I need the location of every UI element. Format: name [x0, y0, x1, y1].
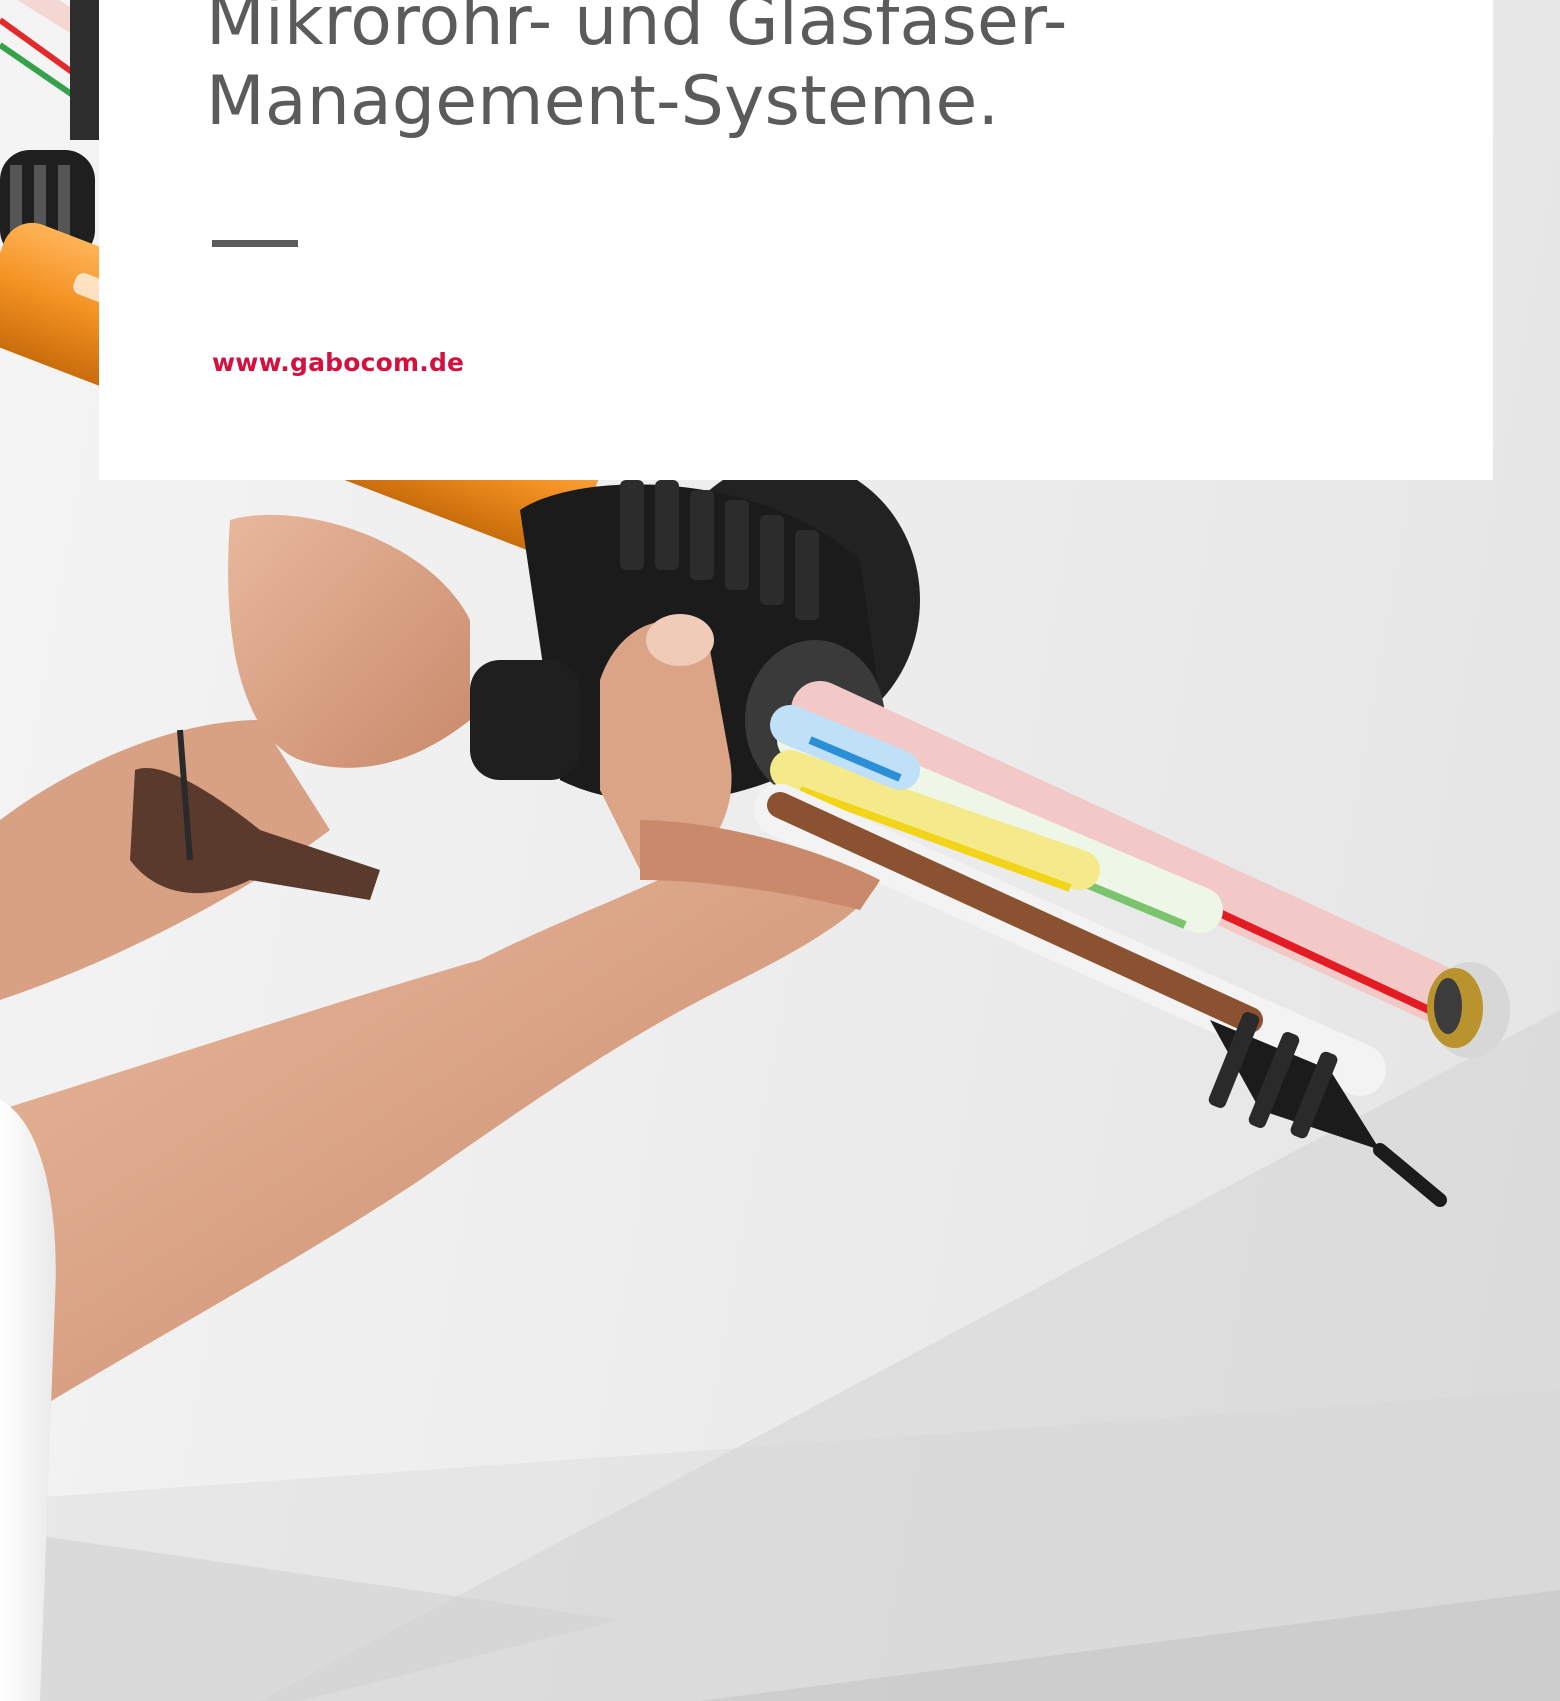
headline-line-1: Mikrorohr- und Glasfaser- — [206, 0, 1068, 61]
headline-line-2: Management-Systeme. — [206, 62, 1000, 141]
website-link[interactable]: www.gabocom.de — [212, 348, 464, 377]
headline: Mikrorohr- und Glasfaser- Management-Sys… — [206, 0, 1068, 142]
cable-bundle-top — [0, 0, 110, 260]
accent-divider — [212, 240, 298, 247]
brochure-page: Mikrorohr- und Glasfaser- Management-Sys… — [0, 0, 1560, 1701]
left-hand — [0, 514, 470, 1000]
micro-ducts — [754, 681, 1510, 1096]
